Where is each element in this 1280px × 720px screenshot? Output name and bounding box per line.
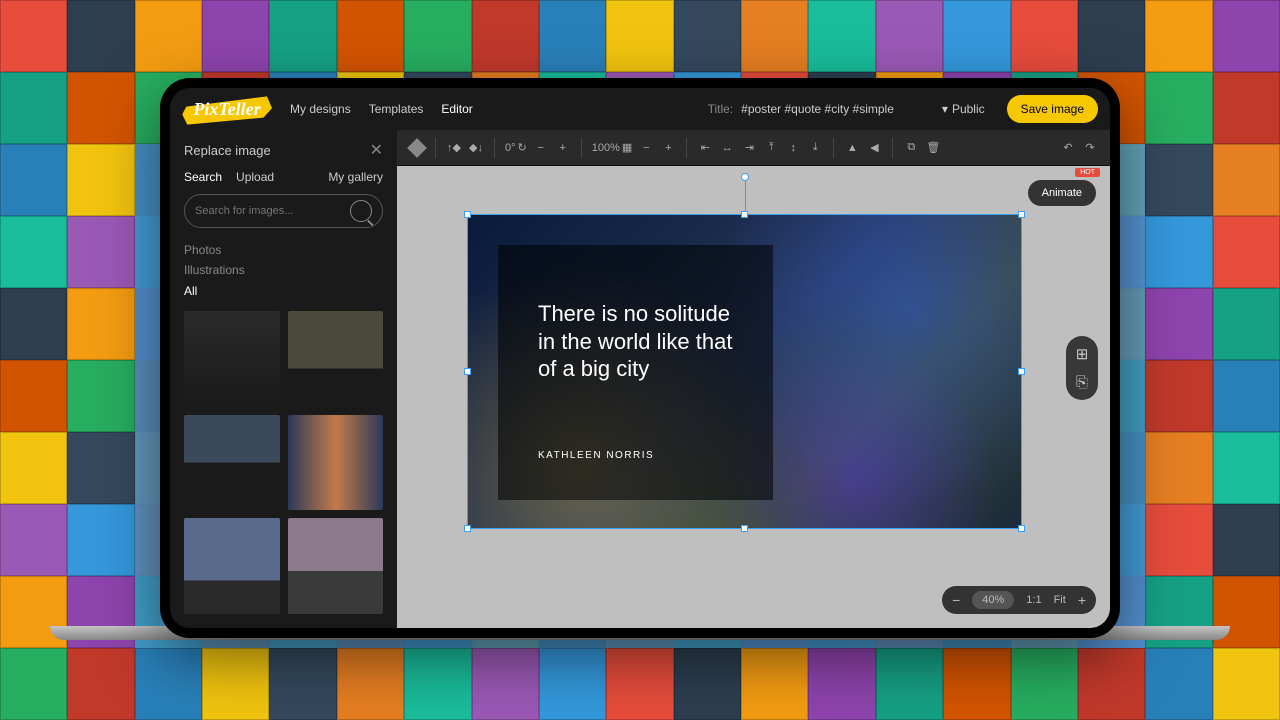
duplicate-icon[interactable]: ⧉ [903, 140, 919, 156]
align-left-icon[interactable]: ⇤ [697, 140, 713, 156]
zoom-in-button[interactable]: + [1078, 592, 1086, 608]
export-icon[interactable]: ⎘ [1072, 372, 1092, 392]
flip-h-icon[interactable]: ▲ [844, 140, 860, 156]
image-thumb[interactable] [288, 518, 384, 614]
search-icon[interactable] [350, 200, 372, 222]
layer-up-icon[interactable]: ↑◆ [446, 140, 462, 156]
nav-templates[interactable]: Templates [369, 102, 424, 116]
main-nav: My designs Templates Editor [290, 102, 473, 116]
redo-icon[interactable]: ↷ [1082, 140, 1098, 156]
image-thumb[interactable] [184, 311, 280, 407]
image-thumb[interactable] [184, 415, 280, 511]
resize-handle[interactable] [1018, 211, 1025, 218]
toolbar: ↑◆ ◆↓ 0°↻ − + 100%▦ − + ⇤ ↔ ⇥ ⤒ ↕ ⤓ ▲ ◀ … [397, 130, 1110, 166]
quote-text[interactable]: There is no solitude in the world like t… [538, 300, 738, 383]
add-element-icon[interactable]: ⊞ [1072, 344, 1092, 364]
sidebar-header: Replace image ✕ [170, 130, 397, 170]
layer-down-icon[interactable]: ◆↓ [468, 140, 484, 156]
rotation-handle[interactable] [741, 173, 749, 181]
title-label: Title: [708, 102, 734, 116]
editor-area: ↑◆ ◆↓ 0°↻ − + 100%▦ − + ⇤ ↔ ⇥ ⤒ ↕ ⤓ ▲ ◀ … [397, 130, 1110, 628]
hot-badge: HOT [1075, 168, 1100, 177]
main-area: Replace image ✕ Search Upload My gallery… [170, 130, 1110, 628]
image-thumb[interactable] [288, 415, 384, 511]
save-button[interactable]: Save image [1007, 95, 1098, 123]
align-center-h-icon[interactable]: ↔ [719, 140, 735, 156]
resize-handle[interactable] [464, 525, 471, 532]
shape-icon[interactable] [409, 140, 425, 156]
canvas[interactable]: HOT Animate ⊞ ⎘ There is no solitude in … [397, 166, 1110, 628]
zoom-controls: − 40% 1:1 Fit + [942, 586, 1096, 614]
minus-icon[interactable]: − [533, 140, 549, 156]
topbar: PixTeller My designs Templates Editor Ti… [170, 88, 1110, 130]
nav-my-designs[interactable]: My designs [290, 102, 351, 116]
logo-text: PixTeller [182, 94, 272, 124]
tab-gallery[interactable]: My gallery [328, 170, 383, 184]
floating-tools: ⊞ ⎘ [1066, 336, 1098, 400]
artboard-selection[interactable]: There is no solitude in the world like t… [467, 214, 1022, 529]
zoom-actual-button[interactable]: 1:1 [1026, 594, 1041, 606]
sidebar: Replace image ✕ Search Upload My gallery… [170, 130, 397, 628]
flip-v-icon[interactable]: ◀ [866, 140, 882, 156]
close-icon[interactable]: ✕ [370, 140, 383, 160]
align-top-icon[interactable]: ⤒ [763, 140, 779, 156]
sidebar-tabs: Search Upload My gallery [170, 170, 397, 194]
image-grid [170, 311, 397, 628]
visibility-label: Public [952, 102, 985, 116]
resize-handle[interactable] [1018, 368, 1025, 375]
align-bottom-icon[interactable]: ⤓ [807, 140, 823, 156]
tab-upload[interactable]: Upload [236, 170, 274, 184]
zoom-percent[interactable]: 40% [972, 591, 1014, 609]
image-thumb[interactable] [184, 518, 280, 614]
search-input[interactable] [195, 205, 350, 217]
minus-icon[interactable]: − [638, 140, 654, 156]
align-right-icon[interactable]: ⇥ [741, 140, 757, 156]
plus-icon[interactable]: + [555, 140, 571, 156]
resize-handle[interactable] [1018, 525, 1025, 532]
category-photos[interactable]: Photos [184, 240, 383, 260]
app-screen: PixTeller My designs Templates Editor Ti… [170, 88, 1110, 628]
animate-button[interactable]: Animate [1028, 180, 1096, 206]
rotation-line [745, 179, 746, 211]
category-list: Photos Illustrations All [170, 240, 397, 311]
trash-icon[interactable]: 🗑 [925, 140, 941, 156]
opacity-control[interactable]: 100%▦ [592, 141, 633, 154]
resize-handle[interactable] [464, 211, 471, 218]
resize-handle[interactable] [741, 211, 748, 218]
rotation-control[interactable]: 0°↻ [505, 141, 527, 154]
category-all[interactable]: All [184, 281, 383, 301]
align-center-v-icon[interactable]: ↕ [785, 140, 801, 156]
tab-search[interactable]: Search [184, 170, 222, 184]
quote-author[interactable]: KATHLEEN NORRIS [538, 450, 654, 461]
chevron-down-icon: ▾ [942, 102, 948, 116]
logo[interactable]: PixTeller [182, 94, 272, 124]
category-illustrations[interactable]: Illustrations [184, 260, 383, 280]
resize-handle[interactable] [464, 368, 471, 375]
nav-editor[interactable]: Editor [441, 102, 472, 116]
sidebar-title: Replace image [184, 143, 271, 158]
visibility-dropdown[interactable]: ▾ Public [942, 102, 985, 116]
resize-handle[interactable] [741, 525, 748, 532]
image-thumb[interactable] [288, 311, 384, 407]
zoom-fit-button[interactable]: Fit [1054, 594, 1066, 606]
laptop-frame: PixTeller My designs Templates Editor Ti… [160, 78, 1120, 638]
undo-icon[interactable]: ↶ [1060, 140, 1076, 156]
plus-icon[interactable]: + [660, 140, 676, 156]
title-value[interactable]: #poster #quote #city #simple [741, 102, 894, 116]
title-area: Title: #poster #quote #city #simple ▾ Pu… [708, 95, 1098, 123]
zoom-out-button[interactable]: − [952, 592, 960, 608]
search-field[interactable] [184, 194, 383, 228]
